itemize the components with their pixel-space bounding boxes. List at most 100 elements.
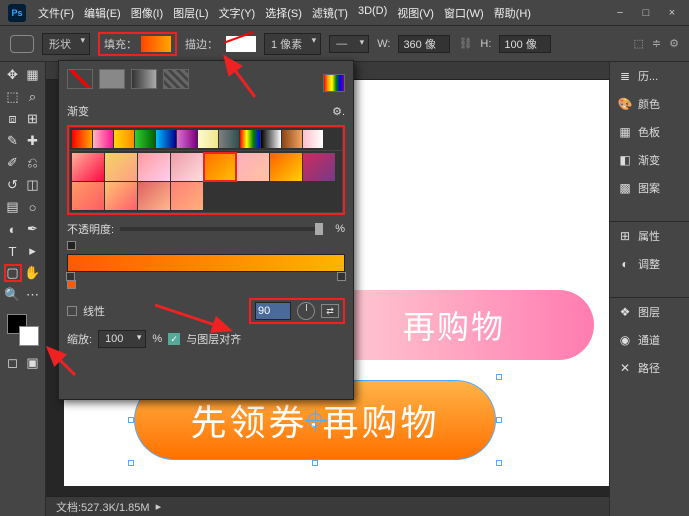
spot-heal-tool[interactable]: ✚ — [24, 132, 42, 150]
color-picker-button[interactable] — [323, 74, 345, 92]
gradient-type-icon[interactable] — [67, 306, 77, 316]
angle-input[interactable] — [255, 302, 291, 320]
stroke-width-dropdown[interactable]: 1 像素 — [264, 33, 321, 55]
scale-dropdown[interactable]: 100 — [98, 330, 146, 348]
fill-pattern-tab[interactable] — [163, 69, 189, 89]
clone-tool[interactable]: ⎌ — [24, 154, 42, 172]
gradient-preset[interactable] — [114, 130, 134, 148]
menu-type[interactable]: 文字(Y) — [215, 3, 260, 23]
gradient-preset[interactable] — [93, 130, 113, 148]
link-wh-icon[interactable]: ⛓ — [458, 37, 472, 50]
pen-tool[interactable]: ✒ — [24, 220, 42, 238]
frame-tool[interactable]: ⊞ — [24, 110, 42, 128]
fill-gradient-tab[interactable] — [131, 69, 157, 89]
path-select-tool[interactable]: ▸ — [24, 242, 42, 260]
panel-gradients[interactable]: ◧渐变 — [610, 146, 689, 174]
eyedropper-tool[interactable]: ✎ — [4, 132, 22, 150]
gradient-preset[interactable] — [198, 130, 218, 148]
gradient-preset[interactable] — [72, 153, 104, 181]
artboard-tool[interactable]: ▦ — [24, 66, 42, 84]
gradient-preset[interactable] — [156, 130, 176, 148]
gradient-preset[interactable] — [219, 130, 239, 148]
hand-tool[interactable]: ✋ — [24, 264, 42, 282]
menu-view[interactable]: 视图(V) — [393, 3, 438, 23]
gradient-preset[interactable] — [72, 130, 92, 148]
opacity-slider[interactable] — [120, 227, 323, 231]
stroke-type-dropdown[interactable]: — — [329, 35, 369, 53]
menu-edit[interactable]: 编辑(E) — [80, 3, 125, 23]
maximize-button[interactable]: □ — [637, 7, 655, 19]
crop-tool[interactable]: ⧈ — [4, 110, 22, 128]
marquee-tool[interactable]: ⬚ — [4, 88, 22, 106]
gradient-preset[interactable] — [303, 130, 323, 148]
color-swatches[interactable] — [7, 314, 39, 346]
fill-none-tab[interactable] — [67, 69, 93, 89]
blur-tool[interactable]: ○ — [24, 198, 42, 216]
align-icon[interactable]: ⬚ — [634, 37, 644, 50]
menu-window[interactable]: 窗口(W) — [440, 3, 488, 23]
panel-patterns[interactable]: ▩图案 — [610, 174, 689, 202]
panel-swatches[interactable]: ▦色板 — [610, 118, 689, 146]
eraser-tool[interactable]: ◫ — [24, 176, 42, 194]
gradient-preset[interactable] — [261, 130, 281, 148]
gear-icon[interactable]: ⚙. — [332, 105, 345, 118]
menu-help[interactable]: 帮助(H) — [490, 3, 535, 23]
fill-swatch[interactable] — [141, 36, 171, 52]
close-button[interactable]: × — [663, 7, 681, 19]
settings-icon[interactable]: ⚙ — [669, 37, 679, 50]
gradient-preset[interactable] — [303, 153, 335, 181]
panel-paths[interactable]: ✕路径 — [610, 354, 689, 382]
fill-solid-tab[interactable] — [99, 69, 125, 89]
gradient-preset[interactable] — [177, 130, 197, 148]
history-brush-tool[interactable]: ↺ — [4, 176, 22, 194]
gradient-preset[interactable] — [72, 182, 104, 210]
dodge-tool[interactable]: ◐ — [4, 220, 22, 238]
edit-toolbar[interactable]: ⋯ — [24, 286, 42, 304]
gradient-preset[interactable] — [135, 130, 155, 148]
status-arrow-icon[interactable]: ▸ — [156, 500, 162, 513]
height-input[interactable] — [499, 35, 551, 53]
menu-select[interactable]: 选择(S) — [261, 3, 306, 23]
zoom-tool[interactable]: 🔍 — [4, 286, 22, 304]
gradient-tool[interactable]: ▤ — [4, 198, 22, 216]
gradient-preset[interactable] — [237, 153, 269, 181]
panel-properties[interactable]: ⊞属性 — [610, 222, 689, 250]
panel-color[interactable]: 🎨颜色 — [610, 90, 689, 118]
brush-tool[interactable]: ✐ — [4, 154, 22, 172]
gradient-preset[interactable] — [240, 130, 260, 148]
type-tool[interactable]: T — [4, 242, 22, 260]
quick-mask[interactable]: ◻ — [4, 354, 22, 372]
gradient-preset[interactable] — [105, 153, 137, 181]
minimize-button[interactable]: − — [611, 7, 629, 19]
menu-image[interactable]: 图像(I) — [127, 3, 167, 23]
tool-mode-dropdown[interactable]: 形状 — [42, 33, 90, 55]
lasso-tool[interactable]: ⌕ — [24, 88, 42, 106]
tool-preset-icon[interactable] — [10, 35, 34, 53]
menu-filter[interactable]: 滤镜(T) — [308, 3, 352, 23]
move-tool[interactable]: ✥ — [4, 66, 22, 84]
stroke-swatch[interactable] — [226, 36, 256, 52]
arrange-icon[interactable]: ≑ — [652, 37, 661, 50]
panel-channels[interactable]: ◉通道 — [610, 326, 689, 354]
panel-layers[interactable]: ❖图层 — [610, 298, 689, 326]
gradient-preset[interactable] — [204, 153, 236, 181]
gradient-preset[interactable] — [171, 182, 203, 210]
gradient-preset[interactable] — [105, 182, 137, 210]
shape-tool[interactable]: ▢ — [4, 264, 22, 282]
align-checkbox[interactable]: ✓ — [168, 333, 180, 345]
panel-history[interactable]: ≣历... — [610, 62, 689, 90]
panel-adjustments[interactable]: ◐调整 — [610, 250, 689, 278]
menu-3d[interactable]: 3D(D) — [354, 3, 391, 23]
gradient-preset[interactable] — [138, 153, 170, 181]
gradient-bar[interactable] — [67, 254, 345, 272]
gradient-preset[interactable] — [171, 153, 203, 181]
width-input[interactable] — [398, 35, 450, 53]
reverse-button[interactable]: ⇄ — [321, 304, 339, 318]
angle-dial[interactable] — [297, 302, 315, 320]
gradient-preset[interactable] — [138, 182, 170, 210]
menu-layer[interactable]: 图层(L) — [169, 3, 212, 23]
gradient-preset[interactable] — [270, 153, 302, 181]
gradient-preset[interactable] — [282, 130, 302, 148]
menu-file[interactable]: 文件(F) — [34, 3, 78, 23]
transform-anchor[interactable] — [308, 413, 322, 427]
